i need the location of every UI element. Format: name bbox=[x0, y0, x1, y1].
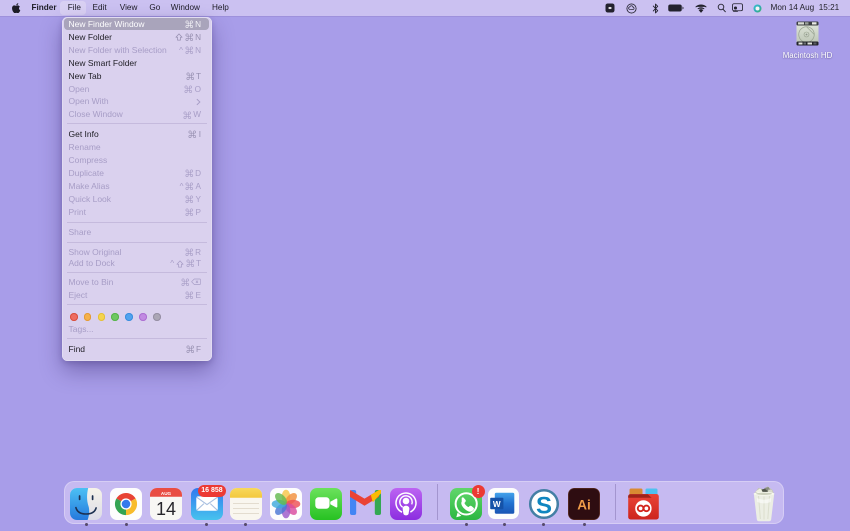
svg-text:AUG: AUG bbox=[160, 490, 171, 495]
svg-text:Ai: Ai bbox=[577, 497, 591, 512]
svg-text:14: 14 bbox=[155, 498, 175, 518]
svg-text:W: W bbox=[493, 499, 501, 508]
svg-text:S: S bbox=[535, 492, 551, 519]
